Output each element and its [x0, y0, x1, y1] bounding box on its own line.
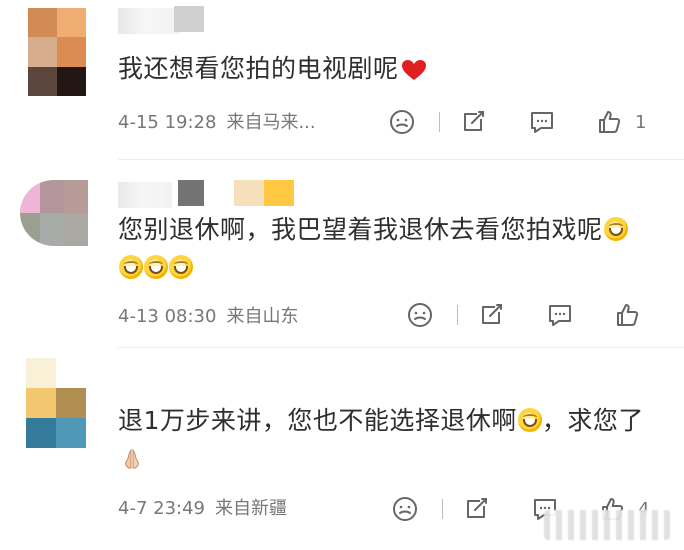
neutral-face-icon [408, 303, 432, 327]
username-blur[interactable] [118, 8, 180, 34]
comment-time: 4-15 19:28 [118, 112, 217, 133]
like-button[interactable] [613, 301, 641, 329]
share-icon [467, 498, 487, 518]
comment-icon [549, 305, 571, 326]
user-avatar[interactable] [26, 358, 86, 448]
comment-time: 4-13 08:30 [118, 306, 217, 327]
comment-text-suffix: ，求您了 [541, 406, 644, 435]
crying-laughing-face-icon [517, 408, 542, 432]
share-icon [482, 304, 502, 324]
like-button[interactable]: 1 [595, 108, 646, 136]
comment-location: 来自山东 [226, 306, 299, 327]
comment-text: 您别退休啊，我巴望着我退休去看您拍戏呢 [118, 211, 638, 287]
reply-button[interactable] [545, 301, 575, 329]
username-blur[interactable] [118, 182, 172, 208]
react-button[interactable] [406, 301, 434, 329]
share-icon [464, 111, 484, 131]
grinning-face-icon [144, 255, 168, 279]
username-blur-badge [234, 180, 294, 206]
comment-text-content: 退1万步来讲，您也不能选择退休啊 [118, 406, 517, 435]
action-divider [439, 112, 440, 132]
username-blur-block [174, 6, 204, 32]
watermark [544, 510, 670, 540]
like-count: 1 [635, 111, 647, 133]
folded-hands-icon [125, 448, 139, 469]
reply-button[interactable] [527, 108, 557, 136]
comment-item-2: 您别退休啊，我巴望着我退休去看您拍戏呢 4-13 08:30 来自山东 [0, 160, 684, 348]
comment-text: 我还想看您拍的电视剧呢 [118, 50, 427, 88]
user-avatar[interactable] [28, 8, 86, 96]
comment-time: 4-7 23:49 [118, 498, 205, 519]
neutral-face-icon [393, 497, 417, 521]
comment-text-content: 您别退休啊，我巴望着我退休去看您拍戏呢 [118, 215, 603, 244]
comment-item-1: 我还想看您拍的电视剧呢 4-15 19:28 来自马来... 1 [0, 0, 684, 160]
action-divider [457, 305, 458, 325]
grinning-face-icon [169, 255, 193, 279]
share-button[interactable] [477, 301, 505, 329]
username-blur-block [178, 180, 204, 206]
crying-laughing-face-icon [603, 217, 628, 241]
share-button[interactable] [462, 495, 490, 523]
neutral-face-icon [390, 110, 414, 134]
comment-actions: 1 [388, 104, 646, 140]
comment-meta: 4-7 23:49 来自新疆 [118, 492, 287, 522]
comment-location: 来自新疆 [215, 498, 287, 519]
comment-meta: 4-15 19:28 来自马来... [118, 106, 316, 136]
react-button[interactable] [388, 108, 416, 136]
user-avatar[interactable] [20, 180, 88, 246]
comment-location: 来自马来... [226, 112, 316, 133]
comment-text: 退1万步来讲，您也不能选择退休啊 ，求您了 [118, 402, 648, 478]
heart-icon [401, 60, 426, 80]
thumbs-up-icon [599, 111, 621, 133]
action-divider [442, 499, 443, 519]
comment-meta: 4-13 08:30 来自山东 [118, 300, 298, 330]
thumbs-up-icon [617, 304, 639, 326]
react-button[interactable] [391, 495, 419, 523]
comment-icon [531, 112, 553, 133]
grinning-face-icon [119, 255, 143, 279]
comment-text-content: 我还想看您拍的电视剧呢 [118, 54, 399, 83]
share-button[interactable] [459, 108, 487, 136]
comment-item-3: 退1万步来讲，您也不能选择退休啊 ，求您了 4-7 23:49 来自新疆 4 [0, 348, 684, 550]
comment-actions [406, 297, 641, 333]
